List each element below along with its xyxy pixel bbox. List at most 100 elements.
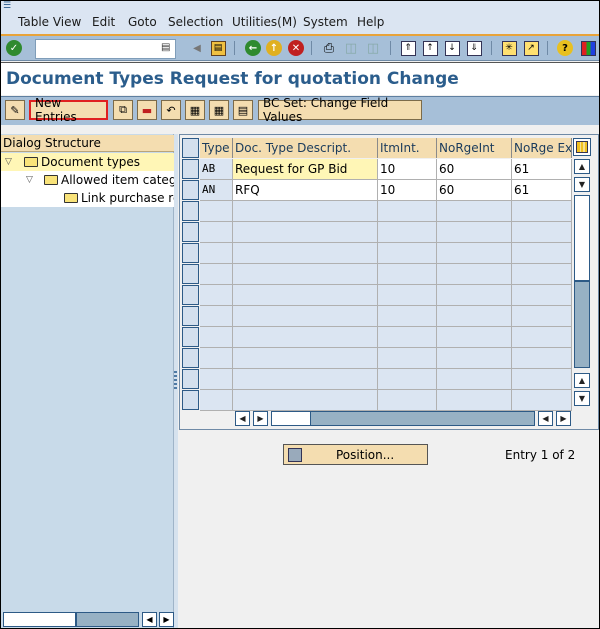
new-entries-button[interactable]: New Entries [29,96,108,124]
previous-page-icon[interactable]: ↑ [421,39,439,57]
row-selector[interactable] [182,243,199,263]
row-selector[interactable] [182,390,199,410]
select-block-icon[interactable]: ▦ [209,100,229,120]
page-down-icon[interactable]: ▼ [574,391,590,406]
empty-table-cell[interactable] [437,222,512,243]
find-next-icon[interactable]: ◫ [364,39,382,57]
row-selector[interactable] [182,159,199,179]
empty-table-cell[interactable] [437,243,512,264]
select-all-rows-button[interactable] [182,138,199,158]
row-selector[interactable] [182,222,199,242]
empty-table-cell[interactable] [378,222,437,243]
empty-table-cell[interactable] [233,285,378,306]
tree-item-link-purchase-requisition[interactable]: Link purchase rec [1,189,174,207]
expanded-triangle-icon[interactable]: ▽ [5,153,12,171]
column-header[interactable]: ItmInt. [378,138,437,158]
column-header[interactable]: NoRge Ext [512,138,572,158]
empty-table-cell[interactable] [200,285,233,306]
empty-table-cell[interactable] [378,306,437,327]
row-selector[interactable] [182,369,199,389]
system-menu-icon[interactable]: ☰ [3,2,13,11]
select-all-icon[interactable]: ▦ [185,100,205,120]
row-selector[interactable] [182,180,199,200]
help-icon[interactable]: ? [556,39,574,57]
left-hscroll-track[interactable] [76,612,139,627]
empty-table-cell[interactable] [512,285,572,306]
empty-table-cell[interactable] [200,306,233,327]
menu-help[interactable]: Help [357,15,384,29]
display-change-icon[interactable]: ✎ [5,100,25,120]
empty-table-cell[interactable] [512,243,572,264]
empty-table-cell[interactable] [512,327,572,348]
empty-table-cell[interactable] [378,243,437,264]
row-selector[interactable] [182,264,199,284]
empty-table-cell[interactable] [437,327,512,348]
find-icon[interactable]: ◫ [342,39,360,57]
empty-table-cell[interactable] [233,348,378,369]
expanded-triangle-icon[interactable]: ▽ [26,171,33,189]
command-field[interactable] [35,39,176,59]
scroll-right-icon[interactable]: ▶ [159,612,174,627]
table-cell[interactable]: 10 [378,159,437,180]
empty-table-cell[interactable] [200,222,233,243]
empty-table-cell[interactable] [512,390,572,411]
empty-table-cell[interactable] [200,348,233,369]
tree-item-document-types[interactable]: ▽ Document types [1,153,174,171]
menu-system[interactable]: System [303,15,348,29]
empty-table-cell[interactable] [512,222,572,243]
scroll-page-left-icon[interactable]: ◀ [538,411,553,426]
empty-table-cell[interactable] [437,390,512,411]
empty-table-cell[interactable] [378,201,437,222]
exit-icon[interactable]: ↑ [265,39,283,57]
empty-table-cell[interactable] [378,327,437,348]
menu-goto[interactable]: Goto [128,15,157,29]
row-selector[interactable] [182,327,199,347]
command-history-icon[interactable]: ▤ [161,42,171,54]
empty-table-cell[interactable] [437,264,512,285]
empty-table-cell[interactable] [378,264,437,285]
scroll-page-right-icon[interactable]: ▶ [556,411,571,426]
delete-icon[interactable]: ▬ [137,100,157,120]
menu-utilities[interactable]: Utilities(M) [232,15,297,29]
next-page-icon[interactable]: ↓ [443,39,461,57]
hscroll-track[interactable] [310,411,535,426]
scroll-down-icon[interactable]: ▼ [574,177,590,192]
table-cell[interactable]: 61 [512,180,572,201]
position-button[interactable]: Position... [283,444,428,465]
menu-table-view[interactable]: Table View [18,15,81,29]
hscroll-thumb[interactable] [271,411,311,426]
enter-icon[interactable]: ✓ [5,39,23,57]
scroll-up-icon[interactable]: ▲ [574,159,590,174]
empty-table-cell[interactable] [233,222,378,243]
undo-change-icon[interactable]: ↶ [161,100,181,120]
save-icon[interactable]: ▤ [209,39,227,57]
deselect-all-icon[interactable]: ▤ [233,100,253,120]
table-cell[interactable]: Request for GP Bid [233,159,378,180]
empty-table-cell[interactable] [233,390,378,411]
vscroll-track[interactable] [574,281,590,368]
empty-table-cell[interactable] [233,327,378,348]
row-selector[interactable] [182,201,199,221]
menu-edit[interactable]: Edit [92,15,115,29]
empty-table-cell[interactable] [378,348,437,369]
tree-item-allowed-item-categories[interactable]: ▽ Allowed item catego [1,171,174,189]
scroll-left-icon[interactable]: ◀ [142,612,157,627]
empty-table-cell[interactable] [378,285,437,306]
empty-table-cell[interactable] [233,306,378,327]
copy-as-icon[interactable]: ⧉ [113,100,133,120]
empty-table-cell[interactable] [200,201,233,222]
first-page-icon[interactable]: ⇑ [399,39,417,57]
back-arrow-icon[interactable]: ◀ [188,39,206,57]
scroll-right-icon[interactable]: ▶ [253,411,268,426]
row-selector[interactable] [182,285,199,305]
page-up-icon[interactable]: ▲ [574,373,590,388]
table-cell[interactable]: 60 [437,180,512,201]
table-settings-icon[interactable] [573,138,591,156]
empty-table-cell[interactable] [233,243,378,264]
empty-table-cell[interactable] [437,201,512,222]
empty-table-cell[interactable] [233,201,378,222]
empty-table-cell[interactable] [200,369,233,390]
cancel-icon[interactable]: ✕ [287,39,305,57]
back-icon[interactable]: ← [244,39,262,57]
table-cell[interactable]: RFQ [233,180,378,201]
